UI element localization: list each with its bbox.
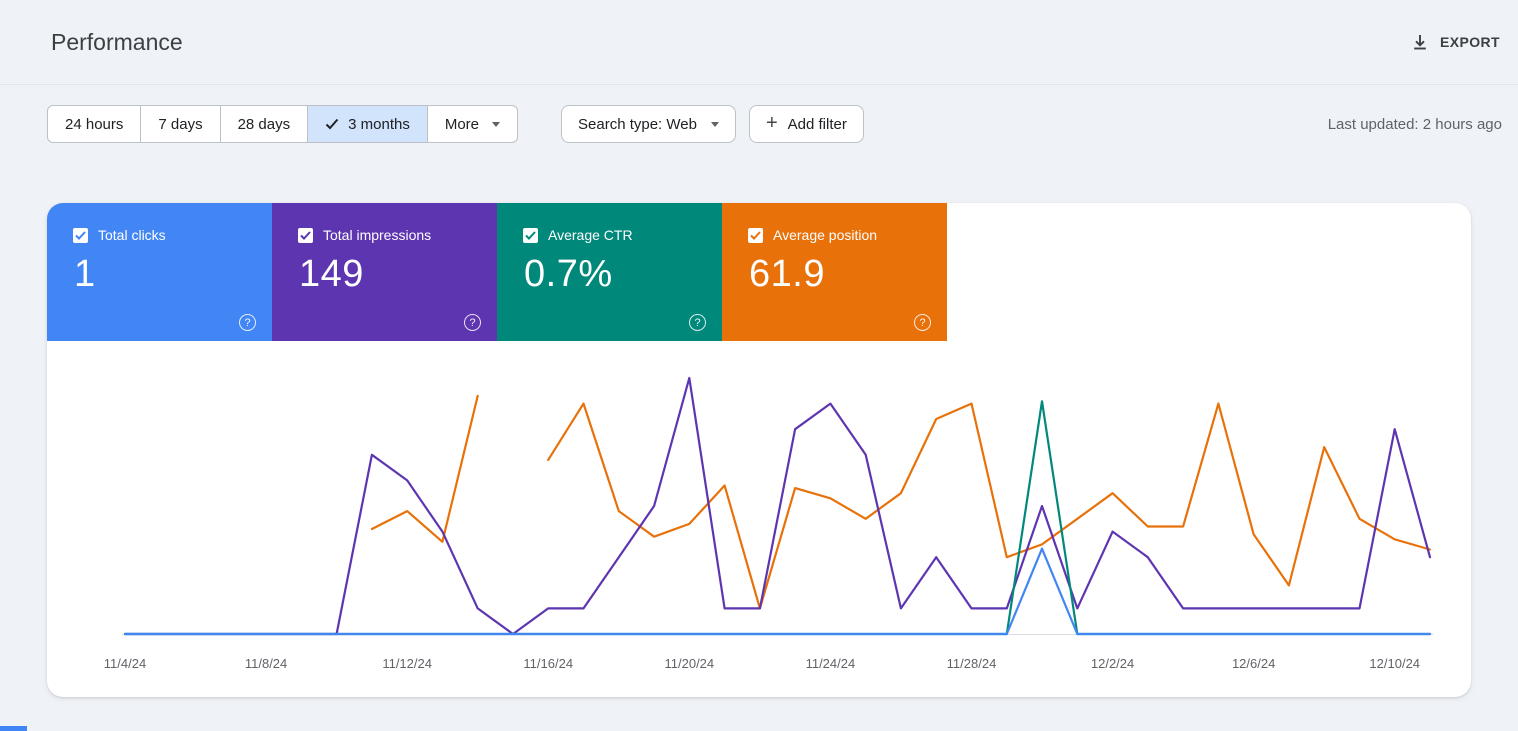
help-icon[interactable]: ? (464, 314, 481, 331)
plus-icon: + (765, 112, 778, 134)
metric-card-total-impressions[interactable]: Total impressions 149 ? (272, 203, 497, 341)
date-range-more[interactable]: More (426, 106, 517, 142)
chevron-down-icon (492, 121, 501, 127)
checkbox-checked-icon[interactable] (298, 227, 313, 243)
checkbox-checked-icon[interactable] (73, 227, 88, 243)
export-label: EXPORT (1440, 34, 1500, 50)
total-clicks-line (123, 547, 1432, 636)
date-range-7-days[interactable]: 7 days (140, 106, 219, 142)
metric-label: Total clicks (98, 227, 166, 243)
checkbox-checked-icon[interactable] (523, 227, 538, 243)
last-updated-text: Last updated: 2 hours ago (1327, 115, 1502, 133)
metric-head: Total clicks (47, 203, 272, 243)
metric-card-average-ctr[interactable]: Average CTR 0.7% ? (497, 203, 722, 341)
metric-value: 0.7% (524, 253, 613, 295)
date-range-label: 7 days (158, 115, 203, 133)
help-icon[interactable]: ? (239, 314, 256, 331)
x-axis-label: 11/4/24 (104, 656, 146, 671)
x-axis-label: 12/6/24 (1232, 656, 1275, 671)
metric-label: Average CTR (548, 227, 633, 243)
average-position-line (370, 394, 479, 543)
date-range-28-days[interactable]: 28 days (219, 106, 308, 142)
metric-value: 149 (299, 253, 364, 295)
metric-label: Total impressions (323, 227, 432, 243)
x-axis-label: 11/12/24 (382, 656, 432, 671)
page-title: Performance (51, 28, 183, 55)
metric-cards-row: Total clicks 1 ? Total impressions 149 ?… (47, 203, 1471, 341)
metric-value: 61.9 (749, 253, 825, 295)
performance-chart: 11/4/24 11/8/24 11/12/24 11/16/24 11/20/24 11… (47, 341, 1471, 697)
filter-toolbar: 24 hours 7 days 28 days 3 months More Se… (47, 105, 1502, 143)
metric-card-average-position[interactable]: Average position 61.9 ? (722, 203, 947, 341)
horizontal-scrollbar-thumb[interactable] (0, 726, 27, 731)
metric-card-total-clicks[interactable]: Total clicks 1 ? (47, 203, 272, 341)
average-position-line (547, 402, 1432, 610)
search-type-dropdown[interactable]: Search type: Web (561, 105, 736, 143)
x-axis-label: 12/2/24 (1091, 656, 1134, 671)
x-axis-label: 12/10/24 (1369, 656, 1420, 671)
date-range-label: 24 hours (65, 115, 124, 133)
help-icon[interactable]: ? (689, 314, 706, 331)
date-range-label: 3 months (348, 115, 410, 133)
x-axis-label: 11/16/24 (523, 656, 573, 671)
total-impressions-line (123, 376, 1432, 636)
date-range-label: 28 days (237, 115, 291, 133)
metric-head: Average CTR (497, 203, 722, 243)
performance-panel: Total clicks 1 ? Total impressions 149 ?… (47, 203, 1471, 697)
date-range-label: More (444, 115, 480, 133)
date-range-3-months[interactable]: 3 months (307, 106, 427, 142)
chevron-down-icon (710, 121, 719, 127)
metric-head: Total impressions (272, 203, 497, 243)
x-axis-label: 11/24/24 (806, 656, 856, 671)
x-axis-label: 11/28/24 (947, 656, 997, 671)
metric-head: Average position (722, 203, 947, 243)
performance-chart-svg: 11/4/24 11/8/24 11/12/24 11/16/24 11/20/24 11… (104, 376, 1433, 671)
metric-label: Average position (773, 227, 878, 243)
search-console-performance-page: { "header": { "title": "Performance", "e… (0, 0, 1518, 731)
check-icon (325, 118, 339, 130)
export-button[interactable]: EXPORT (1410, 32, 1500, 52)
x-axis-label: 11/20/24 (665, 656, 715, 671)
search-type-label: Search type: Web (578, 115, 697, 133)
add-filter-button[interactable]: + Add filter (748, 105, 864, 143)
x-axis-label: 11/8/24 (245, 656, 287, 671)
metric-value: 1 (74, 253, 96, 295)
add-filter-label: Add filter (787, 115, 847, 133)
help-icon[interactable]: ? (914, 314, 931, 331)
date-range-24-hours[interactable]: 24 hours (48, 106, 140, 142)
download-icon (1410, 32, 1430, 52)
checkbox-checked-icon[interactable] (748, 227, 763, 243)
date-range-selector: 24 hours 7 days 28 days 3 months More (47, 105, 519, 143)
page-header: Performance EXPORT (0, 0, 1518, 85)
